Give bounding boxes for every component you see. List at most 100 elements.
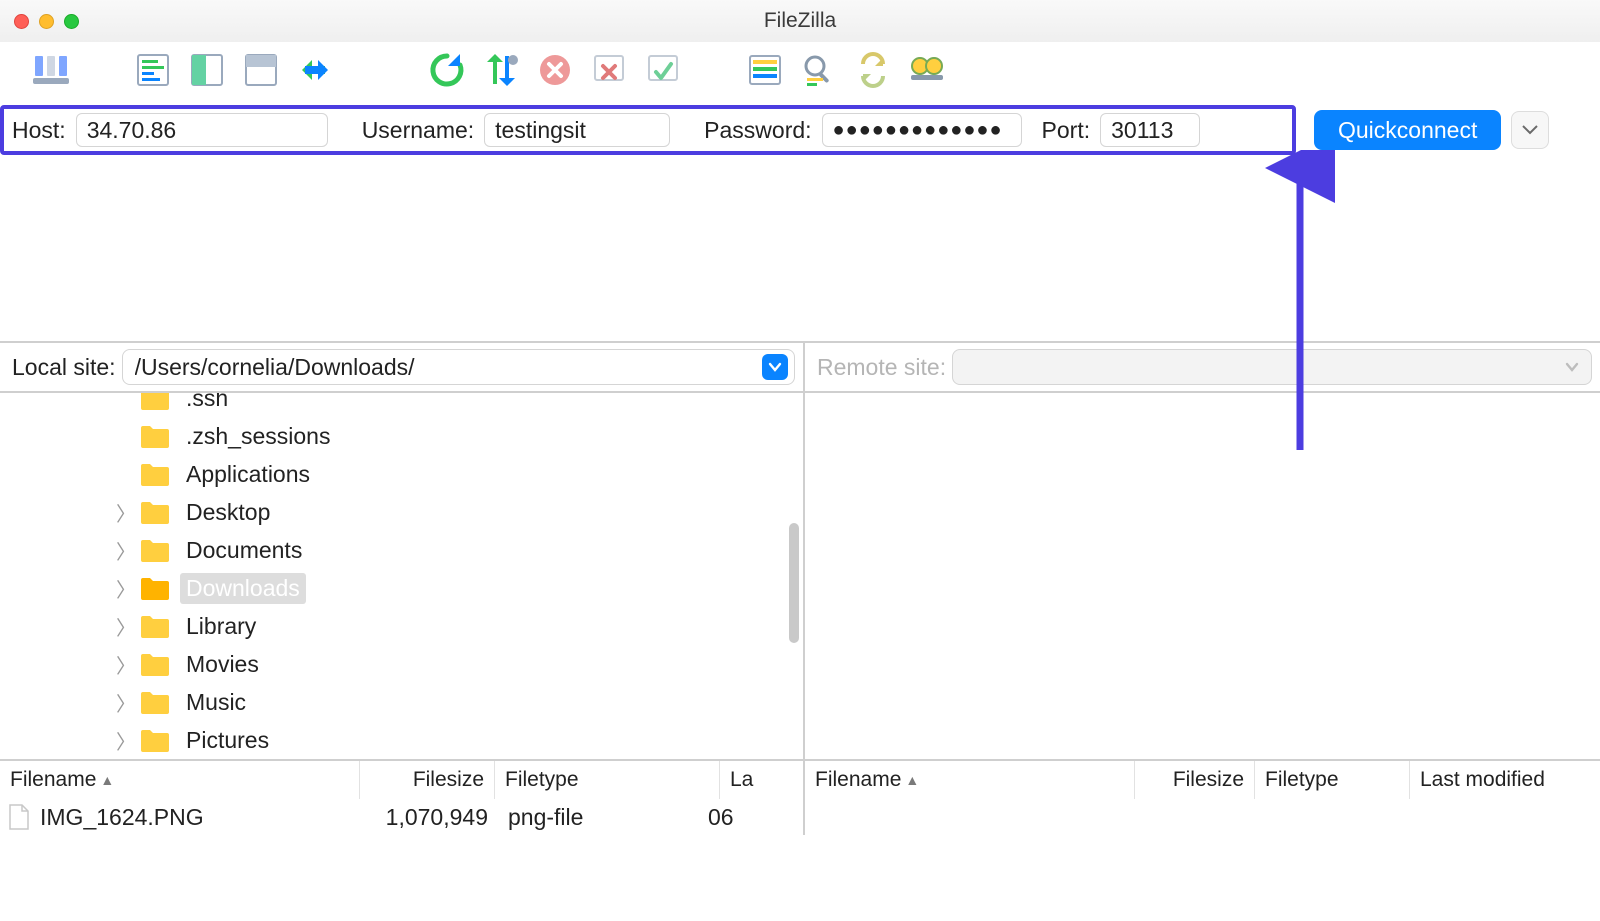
tree-item-documents[interactable]: 〉 Documents [112, 531, 803, 569]
tree-item-music[interactable]: 〉 Music [112, 683, 803, 721]
file-size: 1,070,949 [370, 804, 500, 831]
sort-asc-icon: ▲ [100, 772, 114, 788]
file-icon [8, 804, 30, 830]
expander-icon[interactable]: 〉 [112, 498, 140, 527]
tree-item-label: Applications [180, 459, 316, 490]
tree-item-label: Music [180, 687, 252, 718]
col-lastmod[interactable]: La [720, 761, 803, 799]
file-name: IMG_1624.PNG [40, 804, 370, 831]
process-queue-icon[interactable] [478, 48, 524, 92]
expander-icon[interactable]: 〉 [112, 688, 140, 717]
window-titlebar: FileZilla [0, 0, 1600, 42]
site-path-bar: Local site: /Users/cornelia/Downloads/ R… [0, 343, 1600, 391]
host-label: Host: [8, 117, 76, 144]
tree-item-library[interactable]: 〉 Library [112, 607, 803, 645]
remote-site-path-combo[interactable] [952, 349, 1592, 385]
chevron-down-icon [1522, 125, 1538, 135]
folder-icon [140, 500, 170, 524]
file-row[interactable]: IMG_1624.PNG 1,070,949 png-file 06 [0, 799, 803, 835]
remote-site-bar: Remote site: [805, 343, 1600, 391]
quickconnect-history-dropdown[interactable] [1511, 111, 1549, 149]
username-label: Username: [358, 117, 484, 144]
col-filesize[interactable]: Filesize [360, 761, 495, 799]
col-lastmod[interactable]: Last modified [1410, 761, 1600, 799]
filter-icon[interactable] [796, 48, 842, 92]
directory-trees: .ssh .zsh_sessions Applications 〉 Deskto… [0, 391, 1600, 761]
expander-icon[interactable]: 〉 [112, 536, 140, 565]
tree-item--zsh-sessions[interactable]: .zsh_sessions [112, 417, 803, 455]
window-title: FileZilla [0, 9, 1600, 33]
col-filetype[interactable]: Filetype [1255, 761, 1410, 799]
folder-icon [140, 652, 170, 676]
col-filesize[interactable]: Filesize [1135, 761, 1255, 799]
folder-icon [140, 614, 170, 638]
tree-item-downloads[interactable]: 〉 Downloads [112, 569, 803, 607]
toggle-remote-tree-icon[interactable] [238, 48, 284, 92]
local-tree-pane[interactable]: .ssh .zsh_sessions Applications 〉 Deskto… [0, 393, 805, 759]
file-lists: Filename ▲ Filesize Filetype La IMG_1624… [0, 761, 1600, 835]
site-manager-icon[interactable] [28, 48, 74, 92]
quickconnect-bar: Host: Username: Password: Port: Quickcon… [0, 102, 1600, 158]
directory-compare-icon[interactable] [742, 48, 788, 92]
expander-icon[interactable]: 〉 [112, 612, 140, 641]
tree-item-pictures[interactable]: 〉 Pictures [112, 721, 803, 759]
folder-icon [140, 393, 170, 410]
folder-icon [140, 576, 170, 600]
local-file-list[interactable]: Filename ▲ Filesize Filetype La IMG_1624… [0, 761, 805, 835]
quickconnect-highlight-box: Host: Username: Password: Port: [0, 105, 1296, 155]
message-log[interactable] [0, 158, 1600, 343]
quickconnect-button[interactable]: Quickconnect [1314, 110, 1501, 150]
tree-item-label: Downloads [180, 573, 306, 604]
local-list-header: Filename ▲ Filesize Filetype La [0, 761, 803, 799]
col-filetype[interactable]: Filetype [495, 761, 720, 799]
cancel-icon[interactable] [532, 48, 578, 92]
password-input[interactable] [822, 113, 1022, 147]
expander-icon[interactable]: 〉 [112, 650, 140, 679]
host-input[interactable] [76, 113, 328, 147]
dropdown-icon[interactable] [762, 354, 788, 380]
col-filename[interactable]: Filename ▲ [805, 761, 1135, 799]
folder-icon [140, 690, 170, 714]
reconnect-icon[interactable] [640, 48, 686, 92]
toggle-local-tree-icon[interactable] [184, 48, 230, 92]
expander-icon[interactable]: 〉 [112, 726, 140, 755]
local-site-path: /Users/cornelia/Downloads/ [135, 354, 762, 381]
tree-item-label: Desktop [180, 497, 276, 528]
toggle-log-icon[interactable] [130, 48, 176, 92]
tree-item-label: Movies [180, 649, 265, 680]
local-site-path-combo[interactable]: /Users/cornelia/Downloads/ [122, 349, 795, 385]
dropdown-icon[interactable] [1559, 354, 1585, 380]
tree-item-label: Library [180, 611, 262, 642]
remote-site-label: Remote site: [817, 354, 952, 381]
port-input[interactable] [1100, 113, 1200, 147]
folder-icon [140, 538, 170, 562]
sync-browsing-icon[interactable] [850, 48, 896, 92]
col-filename[interactable]: Filename ▲ [0, 761, 360, 799]
folder-icon [140, 424, 170, 448]
tree-item--ssh[interactable]: .ssh [112, 393, 803, 417]
tree-item-label: Pictures [180, 725, 275, 756]
expander-icon[interactable]: 〉 [112, 574, 140, 603]
sort-asc-icon: ▲ [905, 772, 919, 788]
scrollbar-thumb[interactable] [789, 523, 799, 643]
toggle-queue-icon[interactable] [292, 48, 338, 92]
refresh-icon[interactable] [424, 48, 470, 92]
disconnect-icon[interactable] [586, 48, 632, 92]
local-site-label: Local site: [12, 354, 122, 381]
port-label: Port: [1038, 117, 1101, 144]
folder-icon [140, 728, 170, 752]
tree-item-label: .ssh [180, 393, 234, 414]
remote-file-list[interactable]: Filename ▲ Filesize Filetype Last modifi… [805, 761, 1600, 835]
tree-item-label: .zsh_sessions [180, 421, 336, 452]
search-icon[interactable] [904, 48, 950, 92]
file-type: png-file [500, 804, 700, 831]
username-input[interactable] [484, 113, 670, 147]
folder-icon [140, 462, 170, 486]
file-modified: 06 [700, 804, 760, 831]
remote-tree-pane[interactable] [805, 393, 1600, 759]
main-toolbar [0, 42, 1600, 102]
tree-item-movies[interactable]: 〉 Movies [112, 645, 803, 683]
tree-item-desktop[interactable]: 〉 Desktop [112, 493, 803, 531]
tree-item-applications[interactable]: Applications [112, 455, 803, 493]
password-label: Password: [700, 117, 821, 144]
